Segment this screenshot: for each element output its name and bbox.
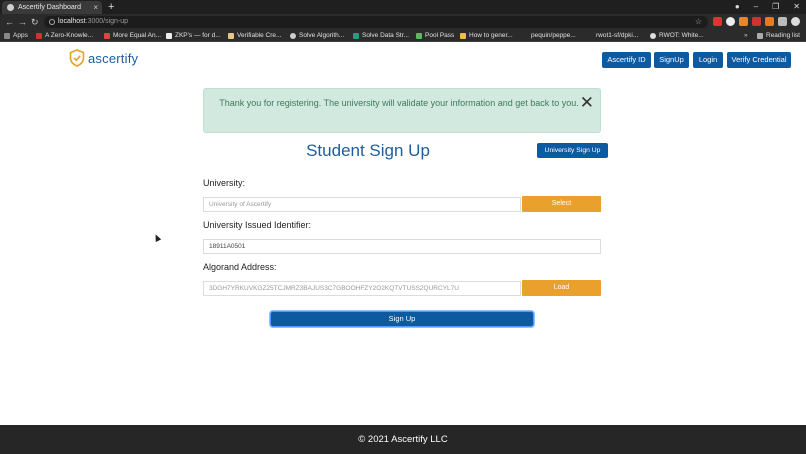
bookmark-favicon-icon (522, 33, 528, 39)
sign-up-button[interactable]: Sign Up (270, 311, 534, 327)
site-logo[interactable]: ascertify (69, 49, 138, 67)
browser-tab[interactable]: Ascertify Dashboard × (2, 1, 102, 14)
extension-icon[interactable] (726, 17, 735, 26)
bookmark-item[interactable]: Pool Pass (416, 30, 454, 42)
algorand-address-label: Algorand Address: (203, 262, 277, 272)
window-close-icon[interactable]: ✕ (793, 0, 800, 14)
success-alert: Thank you for registering. The universit… (203, 88, 601, 133)
reload-icon[interactable]: ↻ (31, 15, 39, 29)
logo-text: ascertify (88, 50, 139, 66)
profile-icon[interactable] (791, 17, 800, 26)
university-label: University: (203, 178, 246, 188)
bookmark-item[interactable]: pequin/peppe... (522, 30, 576, 42)
minimize-icon[interactable]: – (754, 0, 758, 14)
bookmark-apps[interactable]: Apps (4, 30, 28, 42)
url-path: :3000/sign-up (85, 18, 129, 25)
window-status-icon: ● (734, 2, 740, 11)
bookmark-favicon-icon (290, 33, 296, 39)
footer-text: © 2021 Ascertify LLC (358, 434, 448, 445)
select-university-button[interactable]: Select (522, 196, 601, 212)
nav-verify-credential-button[interactable]: Verify Credential (727, 52, 791, 68)
url-host: localhost (58, 18, 86, 25)
bookmark-item[interactable]: A Zero-Knowle... (36, 30, 93, 42)
bookmark-item[interactable]: ZKP's — for d... (166, 30, 221, 42)
back-icon[interactable]: ← (5, 15, 14, 29)
restore-icon[interactable]: ❐ (772, 0, 779, 14)
tab-title: Ascertify Dashboard (18, 4, 82, 11)
bookmark-item[interactable]: rwot1-sf/dpki... (587, 30, 638, 42)
bookmark-favicon-icon (353, 33, 359, 39)
university-input[interactable]: University of Ascertify (203, 197, 521, 212)
bookmark-favicon-icon (460, 33, 466, 39)
identifier-input[interactable]: 18911A0501 (203, 239, 601, 254)
bookmark-item[interactable]: More Equal An... (104, 30, 161, 42)
mouse-cursor-icon (152, 233, 162, 242)
bookmark-favicon-icon (228, 33, 234, 39)
bookmark-item[interactable]: How to gener... (460, 30, 513, 42)
bookmark-favicon-icon (587, 33, 593, 39)
bookmark-item[interactable]: RWOT: White... (650, 30, 704, 42)
new-tab-button[interactable]: + (108, 0, 114, 14)
identifier-label: University Issued Identifier: (203, 220, 312, 230)
bookmark-favicon-icon (650, 33, 656, 39)
alert-close-icon[interactable]: ✕ (580, 94, 594, 111)
bookmark-item[interactable]: Solve Algorith... (290, 30, 344, 42)
tab-favicon-icon (7, 4, 14, 11)
tab-close-icon[interactable]: × (93, 1, 98, 14)
bookmark-star-icon[interactable]: ☆ (695, 16, 702, 28)
bookmark-item[interactable]: Verifiable Cre... (228, 30, 281, 42)
address-bar[interactable]: localhost:3000/sign-up ☆ (44, 16, 708, 28)
browser-toolbar: ← → ↻ localhost:3000/sign-up ☆ ⋮ (0, 14, 806, 30)
bookmark-favicon-icon (36, 33, 42, 39)
bookmark-item[interactable]: Solve Data Str... (353, 30, 409, 42)
algorand-address-input[interactable]: 3DGH7YRKUVKGZ25TCJMRZ3BAJUS3C7GBOOHFZY2O… (203, 281, 521, 296)
extensions-bar: ⋮ (713, 17, 806, 26)
extension-icon[interactable] (765, 17, 774, 26)
window-controls: ● – ❐ ✕ (735, 0, 800, 14)
bookmarks-overflow-icon[interactable]: » (744, 30, 748, 42)
bookmark-favicon-icon (166, 33, 172, 39)
footer: © 2021 Ascertify LLC (0, 425, 806, 454)
bookmark-favicon-icon (104, 33, 110, 39)
nav-ascertify-id-button[interactable]: Ascertify ID (602, 52, 651, 68)
extension-icon[interactable] (739, 17, 748, 26)
load-address-button[interactable]: Load (522, 280, 601, 296)
browser-tab-strip: Ascertify Dashboard × + ● – ❐ ✕ (0, 0, 806, 14)
shield-check-icon (69, 49, 85, 67)
extension-icon[interactable] (713, 17, 722, 26)
bookmarks-bar: Apps A Zero-Knowle... More Equal An... Z… (0, 30, 806, 42)
forward-icon[interactable]: → (18, 15, 27, 29)
site-info-icon[interactable] (49, 19, 55, 25)
alert-message: Thank you for registering. The universit… (219, 98, 579, 108)
apps-icon (4, 33, 10, 39)
extension-icon[interactable] (752, 17, 761, 26)
puzzle-icon[interactable] (778, 17, 787, 26)
nav-signup-button[interactable]: SignUp (654, 52, 689, 68)
bookmark-favicon-icon (416, 33, 422, 39)
reading-list-icon (757, 33, 763, 39)
nav-login-button[interactable]: Login (693, 52, 723, 68)
page-title: Student Sign Up (306, 141, 430, 160)
university-signup-button[interactable]: University Sign Up (537, 143, 608, 158)
reading-list[interactable]: Reading list (757, 30, 800, 42)
